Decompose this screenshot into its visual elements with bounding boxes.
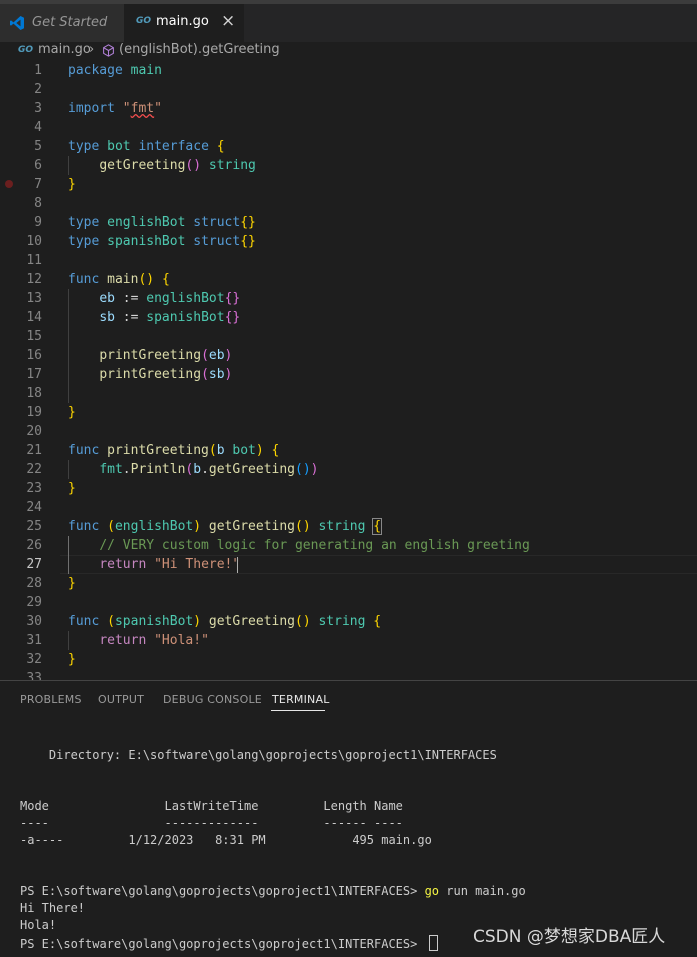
breakpoint-icon[interactable] [5, 180, 13, 188]
line-number: 16 [26, 348, 42, 363]
go-file-icon: GO [18, 45, 34, 55]
line-number: 25 [26, 519, 42, 534]
code-line: sb := spanishBot{} [99, 310, 241, 325]
chevron-right-icon: › [89, 42, 95, 57]
line-number: 12 [26, 272, 42, 287]
tab-main-go[interactable]: GO main.go × [124, 4, 244, 42]
line-number: 13 [26, 291, 42, 306]
line-number: 32 [26, 652, 42, 667]
terminal-prompt: PS E:\software\golang\goprojects\goproje… [20, 884, 425, 898]
line-number: 22 [26, 462, 42, 477]
code-line: func (spanishBot) getGreeting() string { [68, 614, 382, 629]
go-file-icon: GO [136, 16, 152, 26]
line-number: 20 [26, 424, 42, 439]
indent-guide [68, 460, 69, 479]
terminal-command: go [424, 884, 440, 898]
line-number: 24 [26, 500, 42, 515]
line-number: 10 [26, 234, 42, 249]
close-icon[interactable]: × [221, 11, 235, 31]
tab-problems[interactable]: PROBLEMS [20, 693, 82, 706]
code-line: // VERY custom logic for generating an e… [99, 538, 530, 553]
terminal-output-line: Hola! [20, 918, 57, 932]
code-line: printGreeting(eb) [99, 348, 233, 363]
code-line: import "fmt" [68, 101, 162, 116]
watermark: CSDN @梦想家DBA匠人 [473, 927, 666, 947]
line-number: 5 [34, 139, 42, 154]
line-number: 3 [34, 101, 42, 116]
code-line: type bot interface { [68, 139, 225, 154]
indent-guide [68, 631, 69, 650]
line-number: 19 [26, 405, 42, 420]
line-number: 31 [26, 633, 42, 648]
terminal-table-row: -a---- 1/12/2023 8:31 PM 495 main.go [20, 833, 432, 847]
line-number: 8 [34, 196, 42, 211]
tab-output[interactable]: OUTPUT [98, 693, 144, 706]
terminal-input-line[interactable]: PS E:\software\golang\goprojects\goproje… [20, 935, 438, 951]
active-tab-indicator [271, 710, 325, 711]
breadcrumb: GO main.go › (englishBot).getGreeting [0, 42, 697, 60]
code-line: return "Hi There!" [99, 557, 241, 572]
code-line: return "Hola!" [99, 633, 209, 648]
line-number: 23 [26, 481, 42, 496]
terminal-command-line: PS E:\software\golang\goprojects\goproje… [20, 884, 526, 898]
vscode-logo-icon [10, 16, 24, 30]
terminal-table-header: Mode LastWriteTime Length Name [20, 799, 403, 813]
method-icon [103, 44, 114, 57]
indent-guide [68, 156, 69, 175]
line-number: 14 [26, 310, 42, 325]
tab-terminal[interactable]: TERMINAL [272, 693, 330, 706]
code-line: func (englishBot) getGreeting() string { [68, 518, 383, 535]
line-number: 4 [34, 120, 42, 135]
code-line: func printGreeting(b bot) { [68, 443, 280, 458]
line-number: 30 [26, 614, 42, 629]
indent-guide [68, 289, 69, 403]
breadcrumb-symbol[interactable]: (englishBot).getGreeting [119, 42, 280, 57]
tab-label: Get Started [32, 15, 108, 30]
code-line: package main [68, 63, 162, 78]
line-number: 11 [26, 253, 42, 268]
terminal-directory: Directory: E:\software\golang\goprojects… [20, 748, 497, 762]
line-number: 33 [26, 671, 42, 680]
terminal-cursor [428, 935, 438, 951]
code-line: getGreeting() string [99, 158, 256, 173]
code-line: } [68, 405, 76, 420]
code-line: func main() { [68, 272, 170, 287]
code-line: fmt.Println(b.getGreeting()) [99, 462, 319, 477]
tab-debug-console[interactable]: DEBUG CONSOLE [163, 693, 262, 706]
terminal-command-args: run main.go [439, 884, 526, 898]
terminal-table-divider: ---- ------------- ------ ---- [20, 816, 403, 830]
code-line: type englishBot struct{} [68, 215, 256, 230]
line-number: 2 [34, 82, 42, 97]
code-editor[interactable]: 1 package main 2 3 import "fmt" 4 5 type bo… [0, 60, 697, 680]
line-number: 15 [26, 329, 42, 344]
line-number: 29 [26, 595, 42, 610]
tab-get-started[interactable]: Get Started [0, 4, 124, 42]
line-number: 17 [26, 367, 42, 382]
line-number: 28 [26, 576, 42, 591]
code-line: printGreeting(sb) [99, 367, 233, 382]
code-line: } [68, 576, 76, 591]
code-line: type spanishBot struct{} [68, 234, 256, 249]
line-number: 1 [34, 63, 42, 78]
tab-label: main.go [156, 14, 209, 29]
code-line: eb := englishBot{} [99, 291, 241, 306]
line-number: 6 [34, 158, 42, 173]
code-line: } [68, 481, 76, 496]
terminal-output-line: Hi There! [20, 901, 86, 915]
bottom-panel: PROBLEMS OUTPUT DEBUG CONSOLE TERMINAL D… [0, 680, 697, 957]
line-number: 26 [26, 538, 42, 553]
line-number: 21 [26, 443, 42, 458]
text-cursor [237, 557, 238, 573]
breadcrumb-file[interactable]: main.go [38, 42, 91, 57]
line-number: 9 [34, 215, 42, 230]
line-number: 27 [26, 557, 42, 572]
code-line: } [68, 652, 76, 667]
indent-guide-active [68, 536, 69, 574]
editor-tab-bar: Get Started GO main.go × [0, 0, 697, 42]
line-number: 18 [26, 386, 42, 401]
code-line: } [68, 177, 76, 192]
terminal-prompt: PS E:\software\golang\goprojects\goproje… [20, 937, 425, 951]
